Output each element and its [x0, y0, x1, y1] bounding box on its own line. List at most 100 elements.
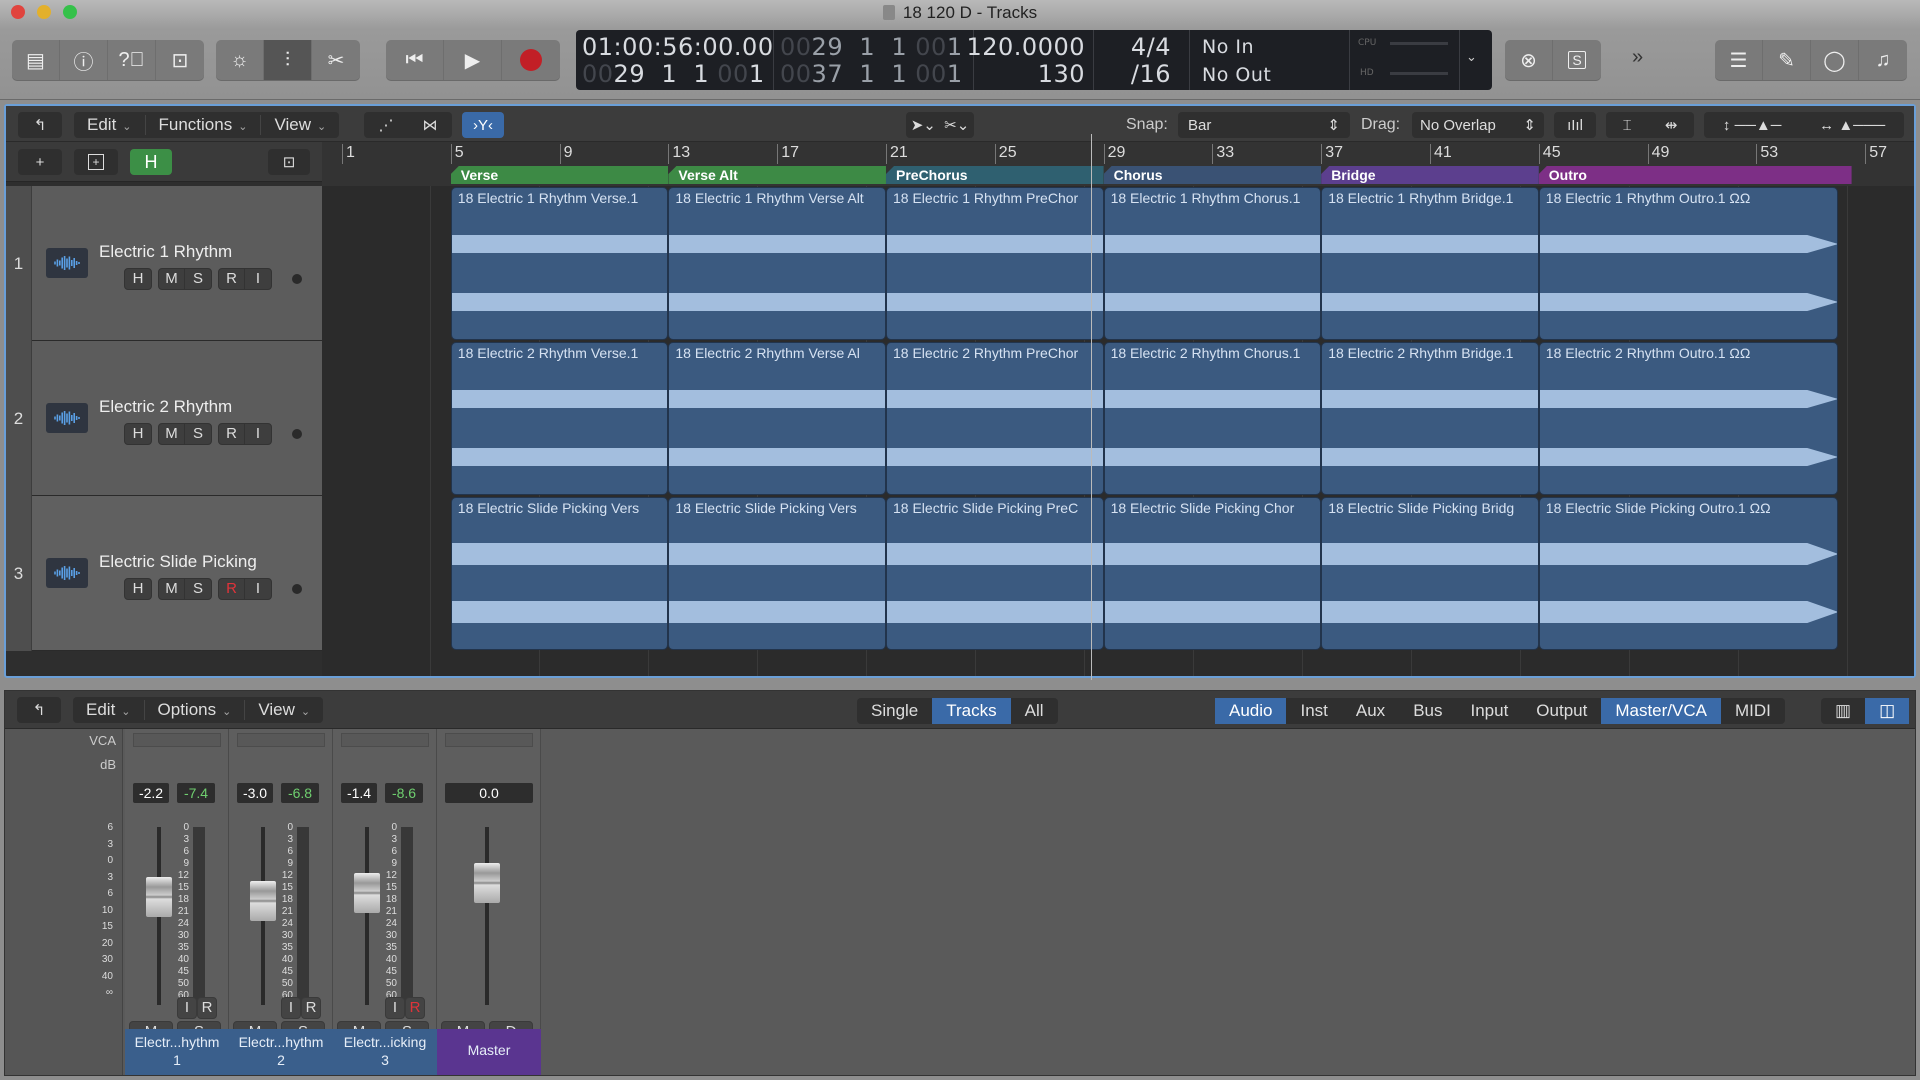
fader-cap[interactable] — [146, 877, 172, 917]
mixer-filter-tab-midi[interactable]: MIDI — [1721, 698, 1785, 724]
mixer-filter-tab-inst[interactable]: Inst — [1286, 698, 1341, 724]
play-button[interactable]: ▶ — [444, 40, 502, 80]
smart-controls-button[interactable]: ☼ — [216, 40, 264, 80]
audio-track-icon[interactable] — [46, 248, 88, 278]
mixer-catch-button[interactable]: ↰ — [17, 697, 61, 723]
audio-region[interactable]: 18 Electric 1 Rhythm Verse Alt — [668, 187, 886, 340]
scissors-tool-icon[interactable]: ✂⌄ — [944, 116, 969, 134]
solo-button[interactable]: S — [185, 579, 211, 599]
volume-fader[interactable] — [354, 827, 380, 1005]
channel-name[interactable]: Master — [437, 1029, 541, 1075]
ruler[interactable]: 1 5 9 13 17 21 25 29 33 37 41 45 49 53 57 Verse Verse Al… — [322, 142, 1914, 186]
input-monitor-button[interactable]: I — [245, 269, 271, 289]
record-button[interactable] — [502, 40, 560, 80]
input-monitor-button[interactable]: I — [177, 997, 197, 1019]
catch-button[interactable]: ↰ — [18, 112, 62, 138]
record-enable-button[interactable]: R — [219, 579, 245, 599]
audio-region[interactable]: 18 Electric 1 Rhythm Chorus.1 — [1103, 187, 1322, 340]
record-enable-button[interactable]: R — [301, 997, 321, 1019]
master-volume-readout[interactable]: 0.0 — [445, 783, 533, 803]
mixer-scope-tab-tracks[interactable]: Tracks — [932, 698, 1011, 724]
track-header-menu-button[interactable]: ⊡ — [268, 149, 310, 175]
channel-name[interactable]: Electr...icking 3 — [333, 1029, 437, 1075]
channel-name[interactable]: Electr...hythm 2 — [229, 1029, 333, 1075]
audio-region[interactable]: 18 Electric 2 Rhythm Verse.1 — [450, 342, 669, 495]
fader-cap[interactable] — [474, 863, 500, 903]
audio-region[interactable]: 18 Electric 1 Rhythm PreChor — [886, 187, 1104, 340]
volume-readout[interactable]: -1.4 — [341, 783, 377, 803]
volume-fader[interactable] — [250, 827, 276, 1005]
hide-button[interactable]: H — [125, 579, 151, 599]
wide-strips-icon[interactable]: ◫ — [1865, 698, 1910, 724]
peak-readout[interactable]: -8.6 — [385, 783, 423, 803]
track-header[interactable]: 3 Electric Slide Picking H MS RI — [6, 496, 322, 651]
mixer-edit-menu[interactable]: Edit ⌄ — [73, 700, 145, 720]
record-enable-button[interactable]: R — [405, 997, 425, 1019]
fader-cap[interactable] — [250, 881, 276, 921]
mixer-filter-tab-aux[interactable]: Aux — [1342, 698, 1399, 724]
track-name[interactable]: Electric 2 Rhythm — [99, 397, 232, 417]
add-track-button[interactable]: + — [18, 149, 62, 175]
hide-button[interactable]: H — [125, 269, 151, 289]
playhead[interactable] — [1091, 134, 1092, 680]
master-volume-fader[interactable] — [474, 827, 500, 1005]
channel-name[interactable]: Electr...hythm 1 — [125, 1029, 229, 1075]
audio-track-icon[interactable] — [46, 558, 88, 588]
mixer-scope-tab-all[interactable]: All — [1011, 698, 1058, 724]
fader-cap[interactable] — [354, 873, 380, 913]
volume-fader[interactable] — [146, 827, 172, 1005]
solo-button[interactable]: S — [1553, 40, 1601, 80]
marker-verse-alt[interactable]: Verse Alt — [668, 166, 886, 184]
record-enable-button[interactable]: R — [219, 269, 245, 289]
track-header[interactable]: 2 Electric 2 Rhythm H MS RI — [6, 341, 322, 496]
horizontal-fit-icon[interactable]: ⇹ — [1665, 116, 1678, 134]
audio-region[interactable]: 18 Electric Slide Picking Chor — [1103, 497, 1322, 650]
flex-icon[interactable]: ⋈ — [423, 116, 438, 134]
lcd-position[interactable]: 01:00:56:00.00 0029 1 1 001 — [576, 30, 774, 90]
inspector-button[interactable]: ⓘ — [60, 40, 108, 80]
toolbar-button[interactable]: ⊡ — [156, 40, 204, 80]
volume-readout[interactable]: -3.0 — [237, 783, 273, 803]
drag-select[interactable]: No Overlap ⇕ — [1412, 112, 1544, 138]
input-monitor-button[interactable]: I — [245, 579, 271, 599]
mixer-filter-tab-input[interactable]: Input — [1456, 698, 1522, 724]
library-button[interactable]: ▤ — [12, 40, 60, 80]
waveform-zoom-button[interactable]: ıIıl — [1554, 112, 1596, 138]
marker-chorus[interactable]: Chorus — [1103, 166, 1322, 184]
more-icon[interactable]: » — [1632, 46, 1643, 69]
audio-region[interactable]: 18 Electric 2 Rhythm Bridge.1 — [1321, 342, 1539, 495]
mute-button[interactable]: M — [159, 424, 185, 444]
functions-menu[interactable]: Functions ⌄ — [146, 115, 262, 135]
audio-region[interactable]: 18 Electric Slide Picking Bridg — [1321, 497, 1539, 650]
audio-region[interactable]: 18 Electric 2 Rhythm Outro.1 ΩΩ — [1538, 342, 1838, 495]
input-monitor-button[interactable]: I — [281, 997, 301, 1019]
mixer-filter-tab-master-vca[interactable]: Master/VCA — [1601, 698, 1721, 724]
audio-region[interactable]: 18 Electric Slide Picking Vers — [668, 497, 886, 650]
quick-help-button[interactable]: ?⃝ — [108, 40, 156, 80]
audio-region[interactable]: 18 Electric 1 Rhythm Bridge.1 — [1321, 187, 1539, 340]
pointer-tool-icon[interactable]: ➤⌄ — [911, 116, 936, 134]
go-to-beginning-button[interactable]: ⏮ — [386, 40, 444, 80]
catch-playhead-button[interactable]: ›Y‹ — [462, 112, 504, 138]
mixer-button[interactable]: ⫶ — [264, 40, 312, 80]
hide-button[interactable]: H — [125, 424, 151, 444]
solo-button[interactable]: S — [185, 424, 211, 444]
audio-region[interactable]: 18 Electric 2 Rhythm Verse Al — [668, 342, 886, 495]
audio-region[interactable]: 18 Electric 2 Rhythm Chorus.1 — [1103, 342, 1322, 495]
lcd-tempo[interactable]: 120.0000 130 — [966, 30, 1094, 90]
audio-region[interactable]: 18 Electric Slide Picking Outro.1 ΩΩ — [1538, 497, 1838, 650]
track-name[interactable]: Electric Slide Picking — [99, 552, 257, 572]
mixer-filter-tab-audio[interactable]: Audio — [1215, 698, 1287, 724]
mute-button[interactable]: M — [159, 579, 185, 599]
lcd-signature[interactable]: 4/4 /16 — [1094, 30, 1190, 90]
automation-icon[interactable]: ⋰ — [379, 116, 394, 134]
mixer-options-menu[interactable]: Options ⌄ — [145, 700, 246, 720]
vca-slot[interactable] — [445, 733, 533, 747]
mixer-filter-tab-output[interactable]: Output — [1522, 698, 1601, 724]
marker-verse[interactable]: Verse — [450, 166, 669, 184]
audio-region[interactable]: 18 Electric 1 Rhythm Outro.1 ΩΩ — [1538, 187, 1838, 340]
snap-select[interactable]: Bar ⇕ — [1178, 112, 1350, 138]
view-menu[interactable]: View ⌄ — [261, 115, 339, 135]
mixer-view-menu[interactable]: View ⌄ — [245, 700, 323, 720]
audio-region[interactable]: 18 Electric 1 Rhythm Verse.1 — [450, 187, 669, 340]
